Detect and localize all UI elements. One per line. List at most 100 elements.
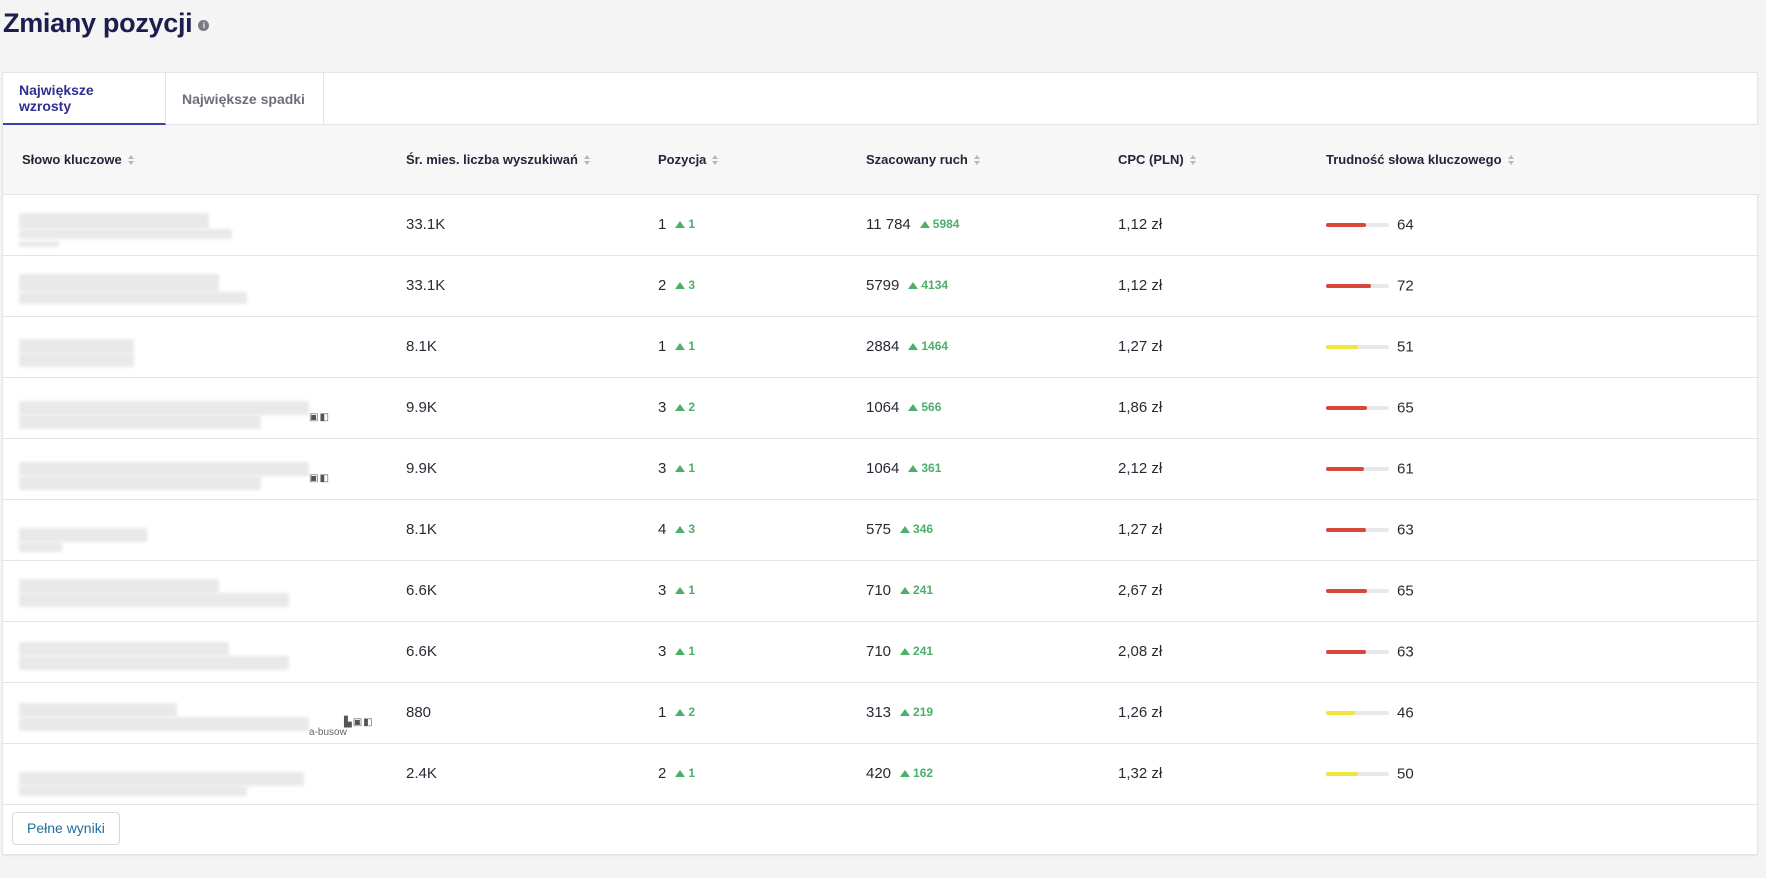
table-row[interactable]: 33.1K 11 11 784 5984 1,12 zł 64: [3, 194, 1759, 255]
arrow-up-icon: [675, 343, 686, 350]
traffic-cell: 5799 4134: [847, 255, 1099, 316]
tab-biggest-drops[interactable]: Największe spadki: [166, 73, 324, 125]
arrow-up-icon: [675, 465, 686, 472]
table-row[interactable]: 8.1K 11 2884 1464 1,27 zł 51: [3, 316, 1759, 377]
traffic-change-value: 566: [921, 400, 942, 414]
keyword-redacted: [19, 569, 349, 613]
traffic-cell: 575 346: [847, 499, 1099, 560]
arrow-up-icon: [675, 770, 686, 777]
sort-icon[interactable]: [1189, 155, 1197, 166]
difficulty-cell: 63: [1307, 499, 1759, 560]
arrow-up-icon: [675, 282, 686, 289]
redacted-keyword: [19, 291, 247, 304]
position-change-value: 3: [688, 522, 696, 536]
header-traffic[interactable]: Szacowany ruch: [847, 125, 1099, 194]
header-difficulty-label: Trudność słowa kluczowego: [1326, 151, 1502, 167]
page-title-text: Zmiany pozycji: [3, 8, 193, 38]
difficulty-value: 63: [1397, 643, 1414, 661]
traffic-change: 566: [908, 400, 941, 414]
arrow-up-icon: [908, 465, 919, 472]
header-keyword-label: Słowo kluczowe: [22, 151, 122, 167]
sort-icon[interactable]: [583, 155, 591, 166]
position-change: 1: [675, 461, 695, 475]
position-cell: 11: [639, 194, 847, 255]
traffic-change: 219: [900, 705, 933, 719]
sort-icon[interactable]: [973, 155, 981, 166]
traffic-value: 313: [866, 704, 892, 721]
redacted-keyword: [19, 655, 289, 670]
keyword-cell[interactable]: [3, 499, 387, 560]
info-icon[interactable]: i: [198, 20, 210, 31]
keyword-cell[interactable]: [3, 194, 387, 255]
full-results-button[interactable]: Pełne wyniki: [12, 811, 120, 845]
cpc-cell: 1,26 zł: [1118, 704, 1163, 721]
table-row[interactable]: 6.6K 31 710 241 2,67 zł 65: [3, 560, 1759, 621]
keyword-cell[interactable]: [3, 316, 387, 377]
cpc-cell: 1,27 zł: [1118, 521, 1163, 538]
traffic-change: 346: [900, 522, 933, 536]
table-row[interactable]: ▣◧ 9.9K 31 1064 361 2,12 zł 61: [3, 438, 1759, 499]
keyword-cell[interactable]: [3, 621, 387, 682]
searches-cell: 33.1K: [406, 277, 446, 294]
searches-cell: 8.1K: [406, 521, 437, 538]
table-row[interactable]: 33.1K 23 5799 4134 1,12 zł 72: [3, 255, 1759, 316]
difficulty-cell: 64: [1307, 194, 1759, 255]
traffic-change-value: 219: [913, 705, 934, 719]
header-difficulty[interactable]: Trudność słowa kluczowego: [1307, 125, 1759, 194]
position-cell: 11: [639, 316, 847, 377]
redacted-keyword: [19, 771, 304, 786]
table-row[interactable]: 8.1K 4 3 575 346 1,27 zł 63: [3, 499, 1759, 560]
searches-cell: 6.6K: [406, 643, 437, 660]
redacted-keyword: [19, 240, 59, 247]
keyword-cell[interactable]: ▣◧: [3, 438, 387, 499]
keyword-cell[interactable]: ▣◧: [3, 377, 387, 438]
table-row[interactable]: 2.4K 21 420 162 1,32 zł 50: [3, 743, 1759, 804]
traffic-change: 241: [900, 583, 933, 597]
traffic-value: 420: [866, 765, 892, 782]
position-value: 1: [658, 338, 667, 355]
keyword-cell[interactable]: ▙▣◧ a-busow: [3, 682, 387, 743]
difficulty-cell: 63: [1307, 621, 1759, 682]
keyword-cell[interactable]: [3, 743, 387, 804]
table-row[interactable]: ▙▣◧ a-busow 880 12 313 219 1,26 zł 46: [3, 682, 1759, 743]
header-position[interactable]: Pozycja: [639, 125, 847, 194]
redacted-keyword: [19, 641, 229, 656]
traffic-change: 361: [908, 461, 941, 475]
sort-icon[interactable]: [1507, 155, 1515, 166]
table-row[interactable]: 6.6K 31 710 241 2,08 zł 63: [3, 621, 1759, 682]
position-change-value: 3: [688, 278, 696, 292]
position-value: 4: [658, 521, 667, 538]
keyword-redacted: [19, 325, 349, 369]
keyword-url[interactable]: a-busow: [309, 727, 347, 738]
difficulty-cell: 50: [1307, 743, 1759, 804]
position-cell: 31: [639, 560, 847, 621]
header-cpc[interactable]: CPC (PLN): [1099, 125, 1307, 194]
tab-biggest-gains[interactable]: Największe wzrosty: [3, 73, 166, 125]
arrow-up-icon: [900, 648, 911, 655]
table-header-row: Słowo kluczowe Śr. mies. liczba wyszukiw…: [3, 125, 1759, 194]
arrow-up-icon: [675, 587, 686, 594]
difficulty-bar-fill: [1326, 710, 1355, 715]
traffic-change: 1464: [908, 339, 948, 353]
keyword-cell[interactable]: [3, 560, 387, 621]
keyword-redacted: [19, 630, 349, 674]
keyword-cell[interactable]: [3, 255, 387, 316]
serp-feature-icons: ▙▣◧: [344, 716, 374, 728]
traffic-value: 11 784: [866, 216, 911, 233]
position-change: 1: [675, 583, 695, 597]
redacted-keyword: [19, 475, 261, 490]
position-cell: 31: [639, 621, 847, 682]
header-searches[interactable]: Śr. mies. liczba wyszukiwań: [387, 125, 639, 194]
difficulty-bar: [1326, 771, 1389, 776]
traffic-change-value: 1464: [921, 339, 949, 353]
header-keyword[interactable]: Słowo kluczowe: [3, 125, 387, 194]
traffic-change-value: 346: [913, 522, 934, 536]
traffic-cell: 313 219: [847, 682, 1099, 743]
sort-icon[interactable]: [712, 155, 719, 166]
difficulty-value: 61: [1397, 460, 1414, 478]
position-change-value: 2: [688, 705, 696, 719]
difficulty-value: 46: [1397, 704, 1414, 722]
sort-icon[interactable]: [127, 155, 135, 166]
difficulty-bar-fill: [1326, 466, 1364, 471]
table-row[interactable]: ▣◧ 9.9K 32 1064 566 1,86 zł 65: [3, 377, 1759, 438]
